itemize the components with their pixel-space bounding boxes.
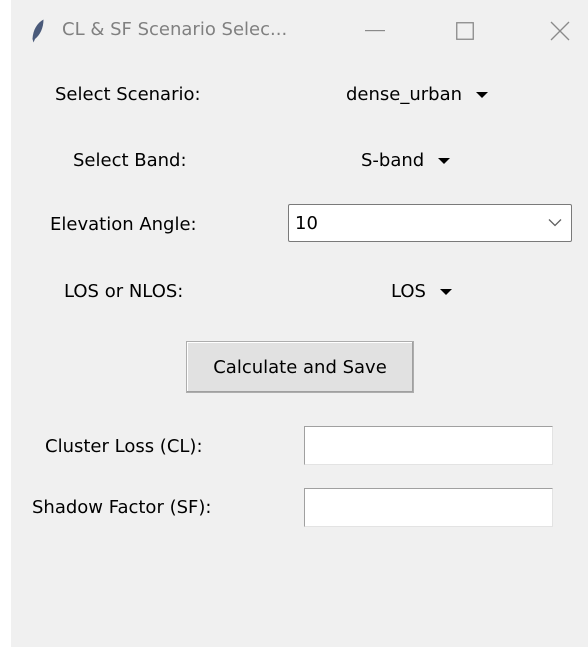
maximize-icon (456, 22, 474, 40)
los-dropdown[interactable]: LOS (391, 281, 452, 302)
los-value: LOS (391, 281, 426, 302)
dropdown-arrow-icon (438, 157, 451, 164)
close-button[interactable] (540, 14, 580, 48)
los-label: LOS or NLOS: (64, 281, 184, 302)
shadow-factor-field[interactable] (304, 488, 553, 527)
scenario-label: Select Scenario: (55, 84, 201, 105)
dropdown-arrow-icon (439, 288, 452, 295)
cluster-loss-label: Cluster Loss (CL): (45, 436, 203, 457)
elevation-value: 10 (295, 213, 318, 234)
feather-icon (32, 19, 44, 43)
calculate-save-button[interactable]: Calculate and Save (186, 341, 414, 393)
scenario-value: dense_urban (346, 84, 463, 105)
scenario-dropdown[interactable]: dense_urban (346, 84, 489, 105)
band-value: S-band (361, 150, 425, 171)
close-icon (550, 21, 570, 41)
elevation-label: Elevation Angle: (50, 214, 197, 235)
band-dropdown[interactable]: S-band (361, 150, 451, 171)
elevation-combobox[interactable]: 10 (288, 204, 572, 242)
maximize-button[interactable] (445, 14, 485, 48)
minimize-button[interactable] (355, 14, 395, 48)
shadow-factor-label: Shadow Factor (SF): (32, 497, 212, 518)
minimize-icon (365, 30, 385, 32)
dropdown-arrow-icon (476, 91, 489, 98)
title-bar[interactable]: CL & SF Scenario Selec... (11, 0, 588, 62)
cluster-loss-field[interactable] (304, 426, 553, 465)
band-label: Select Band: (73, 150, 187, 171)
app-window: CL & SF Scenario Selec... Select Scenari… (11, 0, 588, 647)
window-title: CL & SF Scenario Selec... (62, 19, 288, 40)
chevron-down-icon[interactable] (548, 218, 562, 227)
